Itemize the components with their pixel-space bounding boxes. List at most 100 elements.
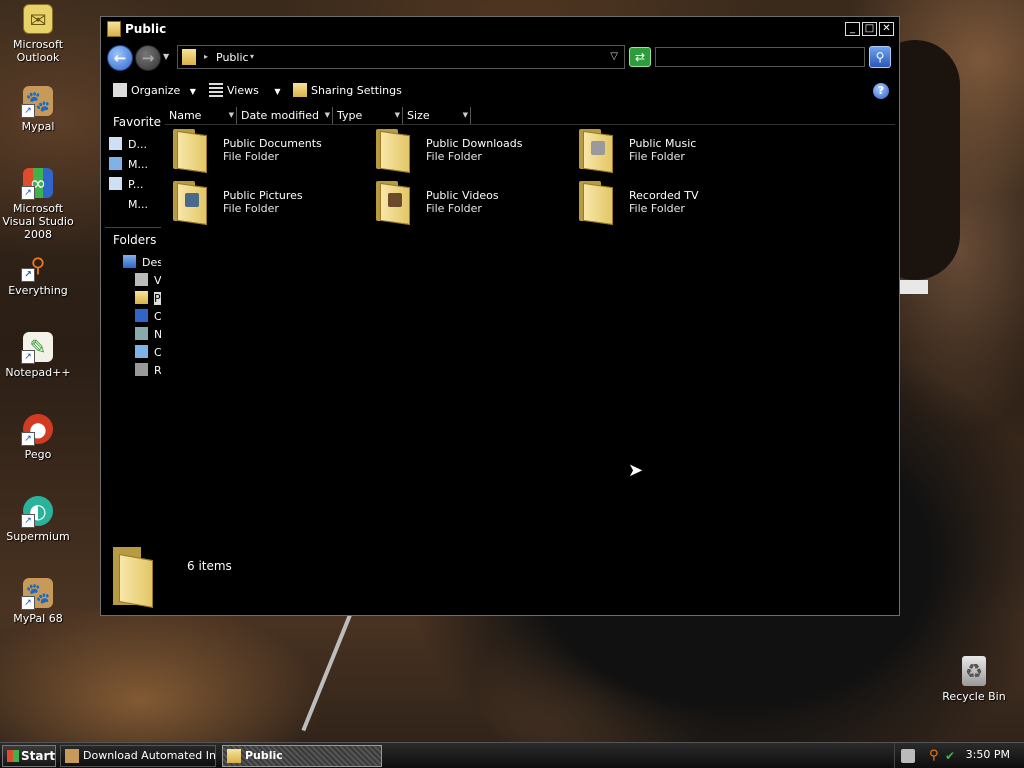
organize-label: Organize — [131, 84, 181, 97]
file-item-public-documents[interactable]: Public Documents File Folder — [165, 125, 365, 175]
refresh-button[interactable]: ⇄ — [629, 47, 651, 67]
desktop-icon-mypal[interactable]: 🐾 Mypal — [0, 86, 76, 133]
back-button[interactable]: ← — [107, 45, 133, 71]
search-input[interactable] — [655, 47, 865, 67]
desktop-icon-everything[interactable]: ⚲ Everything — [0, 250, 76, 297]
file-item-recorded-tv[interactable]: Recorded TV File Folder — [571, 177, 771, 227]
close-button[interactable]: ✕ — [879, 22, 894, 36]
file-item-public-videos[interactable]: Public Videos File Folder — [368, 177, 568, 227]
folder-icon — [113, 547, 153, 608]
tree-item-public[interactable]: P — [135, 291, 161, 305]
column-header-label: Date modified — [241, 109, 319, 122]
views-button[interactable]: Views ▼ — [209, 82, 281, 100]
pictures-folder-icon — [173, 179, 207, 226]
column-header-size[interactable]: Size ▼ — [403, 107, 471, 124]
pictures-icon — [109, 177, 122, 190]
file-item-public-pictures[interactable]: Public Pictures File Folder — [165, 177, 365, 227]
chevron-down-icon[interactable]: ▼ — [325, 107, 330, 124]
sharing-settings-button[interactable]: Sharing Settings — [293, 82, 402, 100]
desktop-icon-label: Recycle Bin — [942, 690, 1006, 703]
favorite-link-label: M... — [128, 158, 148, 171]
tree-item-recycle-bin[interactable]: R — [135, 363, 161, 377]
chevron-right-icon[interactable]: ▸ — [204, 52, 208, 61]
keyboard-icon[interactable] — [901, 749, 915, 763]
file-item-public-downloads[interactable]: Public Downloads File Folder — [368, 125, 568, 175]
address-history-dropdown-icon[interactable]: ▽ — [610, 51, 618, 62]
file-item-type: File Folder — [223, 202, 279, 215]
sharing-icon — [293, 83, 307, 97]
tree-item-label: C — [154, 346, 161, 359]
documents-icon — [109, 137, 122, 150]
forward-button[interactable]: → — [135, 45, 161, 71]
chevron-down-icon[interactable]: ▼ — [395, 107, 400, 124]
tree-item-label: N — [154, 328, 161, 341]
tree-item-user[interactable]: V — [135, 273, 161, 287]
chevron-down-icon: ▼ — [274, 87, 281, 96]
favorite-link-more[interactable]: M... — [109, 197, 148, 213]
tree-item-label: R — [154, 364, 161, 377]
network-icon — [135, 327, 148, 340]
desktop-icon-notepadpp[interactable]: ✎ Notepad++ — [0, 332, 76, 379]
chevron-down-icon[interactable]: ▾ — [250, 52, 254, 61]
favorite-link-pictures[interactable]: P... — [109, 177, 143, 193]
chevron-down-icon[interactable]: ▼ — [229, 107, 234, 124]
chevron-down-icon: ▼ — [189, 87, 196, 96]
start-button[interactable]: Start — [2, 745, 56, 767]
wallpaper-collar — [898, 280, 928, 294]
network-status-icon[interactable]: ✔ — [945, 749, 959, 763]
explorer-window: Public _ □ ✕ ← → ▼ ▸ Public ▾ ▽ ⇄ ⚲ Orga… — [100, 16, 900, 616]
title-bar[interactable]: Public _ □ ✕ — [101, 17, 899, 41]
music-icon — [109, 157, 122, 170]
taskbar-button-label: Download Automated In... — [83, 749, 216, 762]
column-header-date-modified[interactable]: Date modified ▼ — [237, 107, 333, 124]
window-title: Public — [125, 22, 167, 36]
file-list: Public Documents File Folder Public Down… — [165, 125, 895, 535]
help-icon[interactable]: ? — [873, 83, 889, 99]
recent-pages-dropdown-icon[interactable]: ▼ — [163, 52, 169, 61]
desktop-icon-recycle-bin[interactable]: ♻ Recycle Bin — [936, 656, 1012, 703]
file-item-name: Public Downloads — [426, 137, 523, 150]
desktop-icon-label: Mypal — [21, 120, 55, 133]
tree-item-label: V — [154, 274, 161, 287]
desktop-icon-label: MyPal 68 — [13, 612, 63, 625]
file-item-public-music[interactable]: Public Music File Folder — [571, 125, 771, 175]
favorite-link-documents[interactable]: D... — [109, 137, 147, 153]
tree-item-control-panel[interactable]: C — [135, 345, 161, 359]
organize-button[interactable]: Organize ▼ — [113, 82, 196, 100]
tree-item-label: Des — [142, 256, 161, 269]
address-bar[interactable]: ▸ Public ▾ ▽ — [177, 45, 625, 69]
desktop-icon-mypal-68[interactable]: 🐾 MyPal 68 — [0, 578, 76, 625]
tree-item-network[interactable]: N — [135, 327, 161, 341]
taskbar-button-public[interactable]: Public — [222, 745, 382, 767]
everything-icon[interactable]: ⚲ — [929, 749, 943, 763]
folder-icon — [376, 127, 410, 174]
favorite-link-music[interactable]: M... — [109, 157, 148, 173]
search-button[interactable]: ⚲ — [869, 46, 891, 68]
chevron-down-icon[interactable]: ▼ — [463, 107, 468, 124]
desktop-icon-supermium[interactable]: ◐ Supermium — [0, 496, 76, 543]
favorite-link-label: P... — [128, 178, 144, 191]
column-header-type[interactable]: Type ▼ — [333, 107, 403, 124]
folder-icon — [107, 21, 121, 37]
folders-heading[interactable]: Folders — [113, 233, 156, 247]
taskbar-button-label: Public — [245, 749, 283, 762]
user-folder-icon — [135, 273, 148, 286]
tree-item-computer[interactable]: C — [135, 309, 161, 323]
favorite-link-label: M... — [128, 198, 148, 211]
desktop-icon-outlook[interactable]: ✉ Microsoft Outlook — [0, 4, 76, 64]
blank-icon — [109, 197, 122, 210]
maximize-button[interactable]: □ — [862, 22, 877, 36]
desktop-icon-visual-studio[interactable]: ∞ Microsoft Visual Studio 2008 — [0, 168, 76, 241]
mouse-cursor-icon: ➤ — [628, 460, 644, 481]
system-tray: ⚲ ✔ 3:50 PM — [894, 743, 1024, 768]
videos-folder-icon — [376, 179, 410, 226]
tree-item-desktop[interactable]: Des — [123, 255, 161, 269]
taskbar-button-download-automated[interactable]: Download Automated In... — [60, 745, 216, 767]
clock[interactable]: 3:50 PM — [966, 748, 1010, 761]
minimize-button[interactable]: _ — [845, 22, 860, 36]
taskbar: Start Download Automated In... Public ⚲ … — [0, 742, 1024, 768]
organize-icon — [113, 83, 127, 97]
desktop-icon-pego[interactable]: ● Pego — [0, 414, 76, 461]
column-header-name[interactable]: Name ▼ — [165, 107, 237, 124]
breadcrumb-public[interactable]: Public — [216, 51, 249, 64]
